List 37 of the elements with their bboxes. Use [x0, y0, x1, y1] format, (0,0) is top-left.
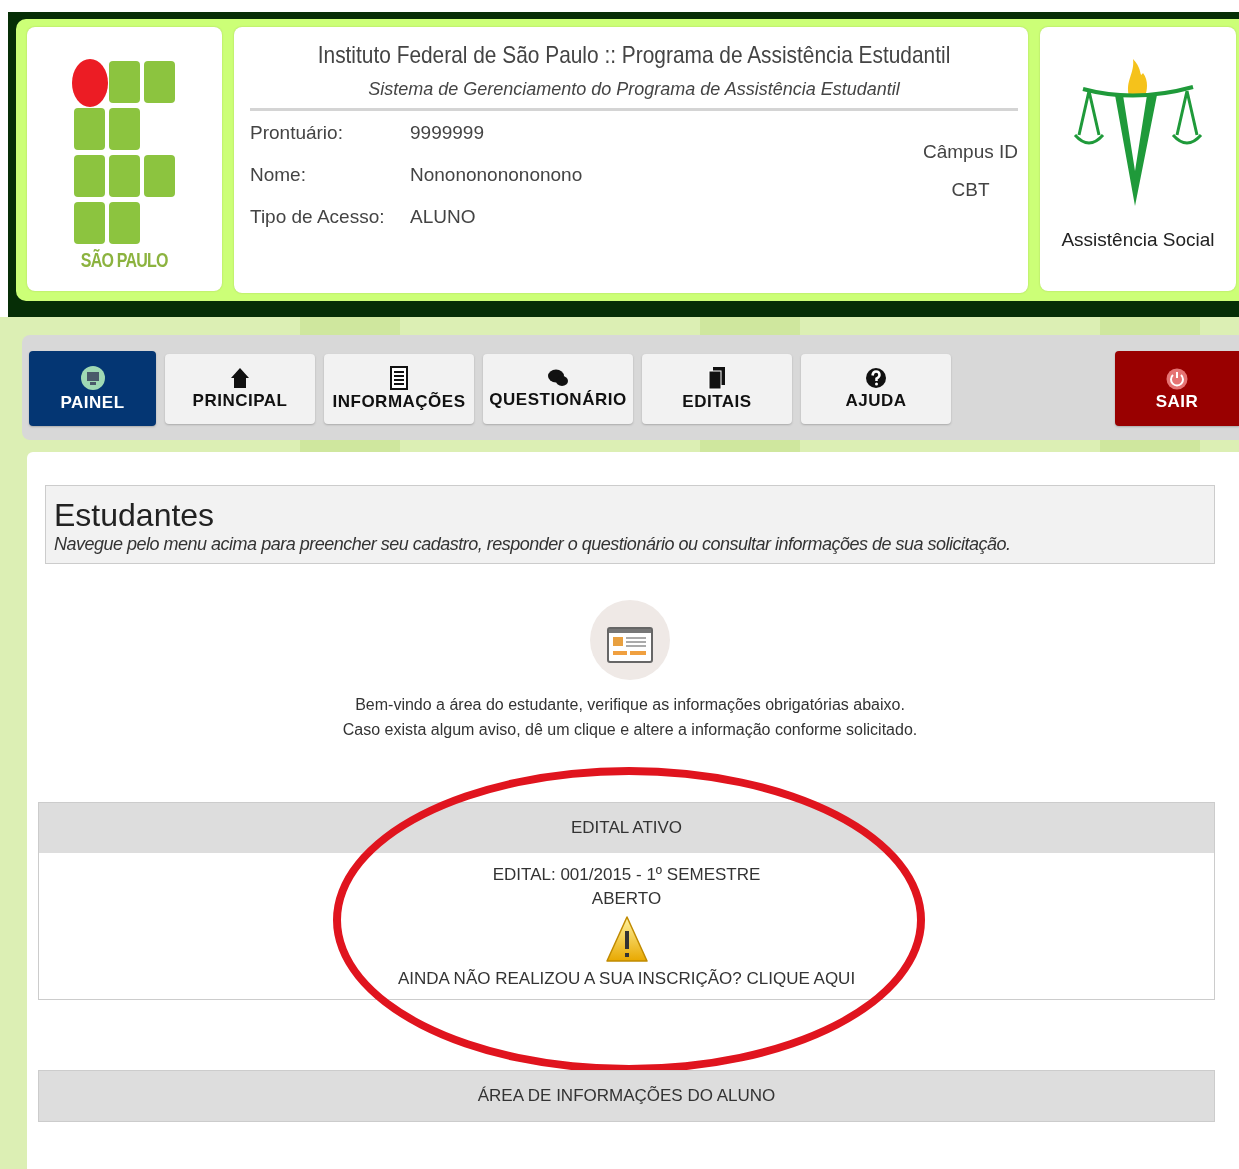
welcome-text: Caso exista algum aviso, dê um clique e altere a informação conforme solicitado.	[341, 720, 919, 740]
campus-value: CBT	[951, 179, 990, 201]
site-subtitle: Sistema de Gerenciamento do Programa de Assistência Estudantil	[250, 79, 1018, 111]
menu-tab[interactable]: PAINEL	[29, 351, 156, 426]
edital-name: EDITAL: 001/2015 - 1º SEMESTRE	[492, 864, 761, 886]
menu-tab[interactable]: AJUDA	[801, 353, 951, 424]
field-label: Tipo de Acesso:	[250, 205, 386, 229]
signup-link[interactable]: AINDA NÃO REALIZOU A SUA INSCRIÇÃO? CLIQUE AQUI	[397, 967, 856, 991]
welcome-text: Bem-vindo a área do estudante, verifique as informações obrigatórias abaixo.	[354, 695, 906, 715]
field-value: ALUNO	[410, 205, 477, 229]
menu-tab[interactable]: INFORMAÇÕES	[324, 353, 474, 424]
panel-heading: EDITAL ATIVO	[39, 803, 1214, 853]
home-icon	[230, 366, 250, 389]
browser-window-icon	[590, 600, 670, 680]
logo-caption: SÃO PAULO	[81, 249, 168, 272]
documents-icon	[708, 365, 726, 390]
badge-caption: Assistência Social	[1061, 229, 1215, 251]
institute-logo-icon	[71, 59, 178, 245]
edital-status: ABERTO	[591, 888, 662, 910]
warning-icon	[604, 915, 649, 963]
field-label: Nome:	[250, 163, 307, 187]
chat-icon	[547, 367, 569, 388]
logout-button[interactable]: SAIR	[1115, 351, 1239, 426]
site-title: Instituto Federal de São Paulo :: Programa de Assistência Estudantil	[316, 41, 952, 69]
menu-tab[interactable]: EDITAIS	[642, 353, 792, 424]
field-label: Prontuário:	[250, 121, 344, 145]
page-title: Estudantes	[54, 496, 216, 534]
campus-label: Câmpus ID	[922, 141, 1018, 163]
page-description: Navegue pelo menu acima para preencher seu cadastro, responder o questionário ou consultar informações de sua solicitação.	[54, 534, 1012, 555]
document-icon	[390, 365, 408, 390]
menu-tab[interactable]: PRINCIPAL	[165, 353, 315, 424]
field-value: Nononononononono	[410, 163, 583, 187]
menu-tab[interactable]: QUESTIONÁRIO	[483, 353, 633, 424]
help-icon	[865, 366, 887, 389]
panel-heading: ÁREA DE INFORMAÇÕES DO ALUNO	[39, 1071, 1214, 1121]
field-value: 9999999	[410, 121, 485, 145]
monitor-icon	[80, 364, 105, 391]
